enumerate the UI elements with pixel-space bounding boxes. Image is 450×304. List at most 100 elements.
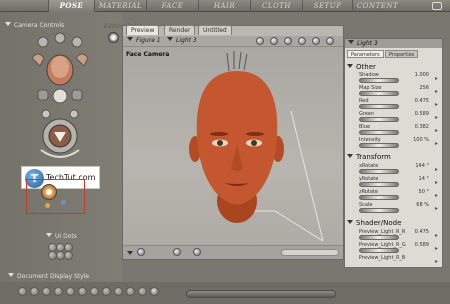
param-row[interactable]: Green 0.589 ▸	[353, 111, 439, 124]
display-style-ball[interactable]	[126, 287, 135, 296]
arrow-icon[interactable]: ▸	[435, 166, 438, 173]
layout-icon[interactable]	[326, 37, 334, 45]
display-style-ball[interactable]	[42, 287, 51, 296]
camera-controls-widget[interactable]	[24, 32, 96, 164]
section-transform[interactable]: Transform	[347, 153, 391, 162]
param-row[interactable]: xRotate 144 ° ▸	[353, 163, 439, 176]
arrow-icon[interactable]: ▸	[435, 205, 438, 212]
light-ball-icon[interactable]	[41, 184, 57, 200]
collapse-icon[interactable]	[5, 22, 11, 26]
footer-icon[interactable]	[137, 248, 145, 256]
param-value[interactable]: 14 °	[419, 176, 429, 182]
display-style-ball[interactable]	[114, 287, 123, 296]
part-menu[interactable]: Light 3	[167, 37, 197, 44]
tab-hair[interactable]: HAIR	[198, 0, 250, 12]
tab-setup[interactable]: SETUP	[302, 0, 352, 12]
param-row[interactable]: Shadow 1.000 ▸	[353, 72, 439, 85]
arrow-icon[interactable]: ▸	[435, 258, 438, 265]
param-dial[interactable]	[359, 182, 399, 187]
param-dial[interactable]	[359, 195, 399, 200]
tab-properties[interactable]: Properties	[385, 50, 419, 58]
param-value[interactable]: 144 °	[415, 163, 429, 169]
tab-face[interactable]: FACE	[146, 0, 198, 12]
param-row[interactable]: Scale 68 % ▸	[353, 202, 439, 215]
tab-preview[interactable]: Preview	[126, 25, 160, 35]
footer-icon[interactable]	[193, 248, 201, 256]
tab-render[interactable]: Render	[164, 25, 196, 35]
param-row[interactable]: yRotate 14 ° ▸	[353, 176, 439, 189]
tab-untitled[interactable]: Untitled	[198, 25, 232, 35]
collapse-icon[interactable]	[46, 233, 52, 237]
arrow-icon[interactable]: ▸	[435, 88, 438, 95]
arrow-icon[interactable]: ▸	[435, 114, 438, 121]
param-value[interactable]: 1.000	[415, 72, 429, 78]
param-dial[interactable]	[359, 248, 399, 253]
param-dial[interactable]	[359, 117, 399, 122]
display-style-ball[interactable]	[66, 287, 75, 296]
display-style-ball-active[interactable]	[150, 287, 159, 296]
frame-icon[interactable]	[270, 37, 278, 45]
timeline-bar[interactable]	[186, 290, 336, 298]
param-row[interactable]: Preview_Light_R_B ▸	[353, 255, 439, 268]
display-style-ball[interactable]	[54, 287, 63, 296]
param-value[interactable]: 50 °	[419, 189, 429, 195]
param-row[interactable]: Intensity 100 % ▸	[353, 137, 439, 150]
tab-parameters[interactable]: Parameters	[347, 50, 384, 58]
param-row[interactable]: zRotate 50 ° ▸	[353, 189, 439, 202]
3d-canvas[interactable]: Face Camera	[123, 47, 343, 245]
param-dial[interactable]	[359, 104, 399, 109]
section-shader-node[interactable]: Shader/Node	[347, 219, 401, 228]
param-row[interactable]: Red 0.475 ▸	[353, 98, 439, 111]
figure-menu[interactable]: Figure 1	[127, 37, 161, 44]
tab-material[interactable]: MATERIAL	[94, 0, 146, 12]
arrow-icon[interactable]: ▸	[435, 245, 438, 252]
arrow-icon[interactable]: ▸	[435, 75, 438, 82]
arrow-icon[interactable]: ▸	[435, 140, 438, 147]
param-value[interactable]: 0.475	[415, 229, 429, 235]
footer-icon[interactable]	[173, 248, 181, 256]
display-style-ball[interactable]	[90, 287, 99, 296]
display-style-ball[interactable]	[138, 287, 147, 296]
param-value[interactable]: 100 %	[413, 137, 429, 143]
tab-cloth[interactable]: CLOTH	[250, 0, 302, 12]
camera-icon[interactable]	[256, 37, 264, 45]
param-value[interactable]: 0.382	[415, 124, 429, 130]
arrow-icon[interactable]: ▸	[435, 127, 438, 134]
dropdown-icon[interactable]	[348, 40, 354, 44]
tab-pose[interactable]: POSE	[48, 0, 94, 12]
display-style-ball[interactable]	[78, 287, 87, 296]
view-icon[interactable]	[312, 37, 320, 45]
display-style-ball[interactable]	[102, 287, 111, 296]
param-value[interactable]: 256	[419, 85, 429, 91]
param-dial[interactable]	[359, 91, 399, 96]
light-dot-icon[interactable]	[61, 200, 66, 205]
footer-menu-icon[interactable]	[127, 251, 133, 255]
param-row[interactable]: Preview_Light_R_R 0.475 ▸	[353, 229, 439, 242]
param-row[interactable]: Map Size 256 ▸	[353, 85, 439, 98]
arrow-icon[interactable]: ▸	[435, 192, 438, 199]
collapse-icon[interactable]	[8, 273, 14, 277]
param-dial[interactable]	[359, 208, 399, 213]
light-dot-icon[interactable]	[45, 203, 50, 208]
param-dial[interactable]	[359, 78, 399, 83]
display-style-bar[interactable]	[281, 249, 339, 256]
display-style-ball[interactable]	[30, 287, 39, 296]
param-value[interactable]: 0.589	[415, 111, 429, 117]
arrow-icon[interactable]: ▸	[435, 232, 438, 239]
param-value[interactable]: 0.589	[415, 242, 429, 248]
param-value[interactable]: 68 %	[416, 202, 429, 208]
window-icon[interactable]	[432, 2, 442, 10]
param-row[interactable]: Preview_Light_R_G 0.589 ▸	[353, 242, 439, 255]
param-dial[interactable]	[359, 235, 399, 240]
param-dial[interactable]	[359, 169, 399, 174]
options-icon[interactable]	[298, 37, 306, 45]
render-icon[interactable]	[284, 37, 292, 45]
arrow-icon[interactable]: ▸	[435, 179, 438, 186]
param-row[interactable]: Blue 0.382 ▸	[353, 124, 439, 137]
arrow-icon[interactable]: ▸	[435, 101, 438, 108]
param-value[interactable]: 0.475	[415, 98, 429, 104]
param-dial[interactable]	[359, 143, 399, 148]
param-dial[interactable]	[359, 130, 399, 135]
section-other[interactable]: Other	[347, 63, 376, 72]
ui-dot[interactable]	[64, 251, 73, 260]
